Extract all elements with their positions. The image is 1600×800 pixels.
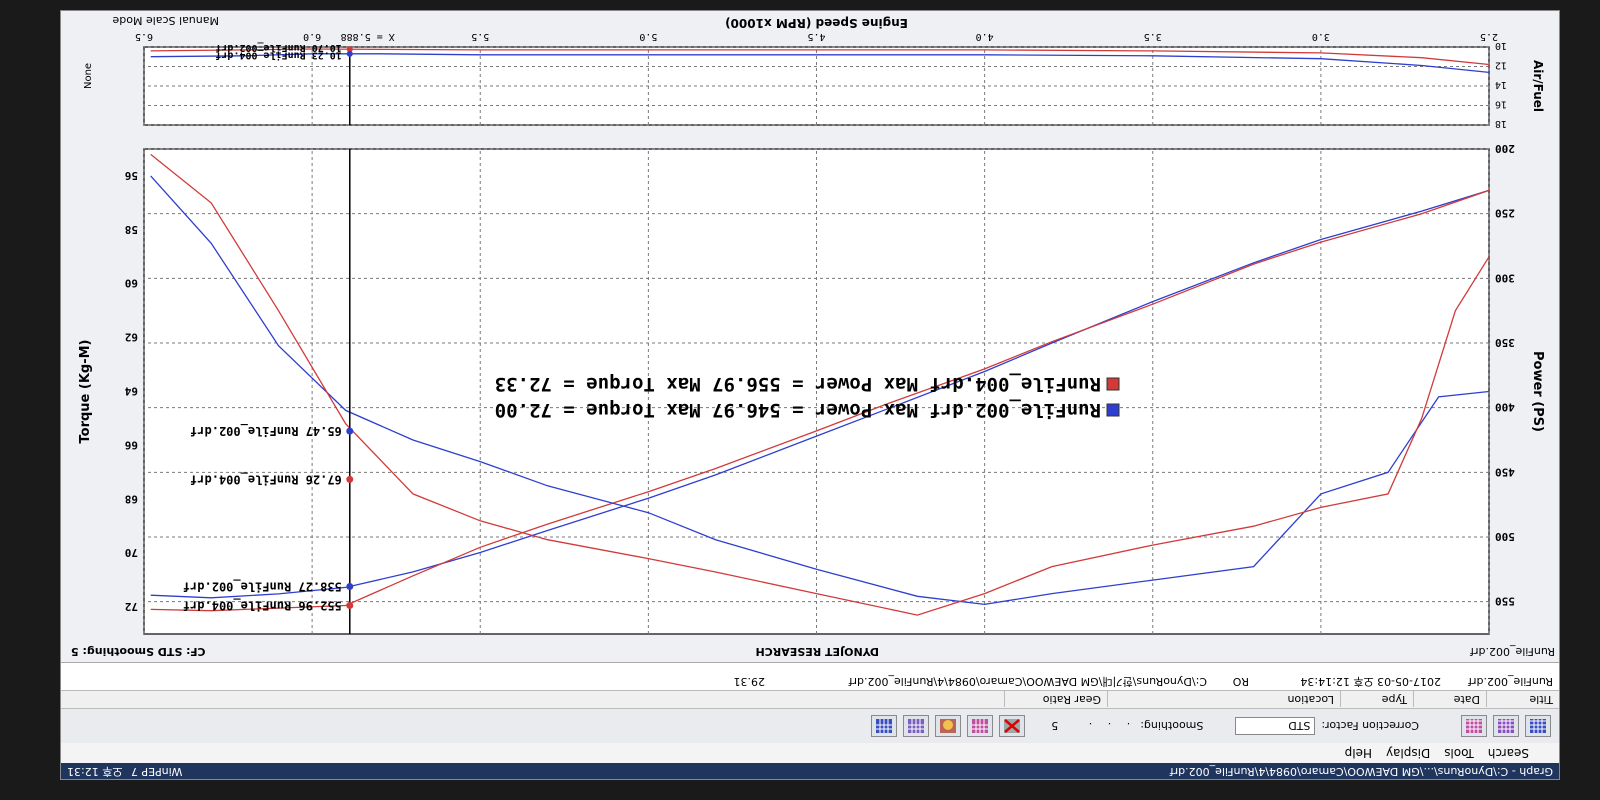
application-window: Graph - C:\DynoRuns\...\GM DAEWOO\Camaro…	[60, 10, 1560, 780]
x-tick-label: 6.5	[135, 31, 153, 42]
torque-tick-label: 72	[125, 600, 138, 613]
torque-tick-label: 64	[124, 385, 138, 398]
manual-scale-mode: Manual Scale Mode	[112, 14, 219, 27]
x-tick-label: 5.0	[639, 31, 657, 42]
power-tick-label: 250	[1495, 207, 1515, 220]
afr-readout-marker	[346, 50, 353, 57]
x-tick-label: 4.0	[976, 31, 994, 42]
torque-tick-label: 66	[124, 438, 138, 451]
x-tick-label: 5.5	[471, 31, 489, 42]
x-tick-label: 4.5	[807, 31, 825, 42]
x-tick-label: 6.0	[303, 31, 321, 42]
power-axis-label: Power (PS)	[1530, 351, 1545, 432]
x-tick-label: 3.0	[1312, 31, 1330, 42]
afr-tick-label: 12	[1495, 60, 1507, 71]
readout-marker	[346, 601, 354, 609]
afr-tick-label: 10	[1495, 40, 1507, 51]
readout-marker	[346, 475, 354, 483]
afr-tick-label: 18	[1495, 118, 1507, 129]
afr-tick-label: 14	[1495, 79, 1507, 90]
torque-tick-label: 56	[124, 169, 138, 182]
readout-label: 552.96 RunFile_004.drf	[183, 597, 342, 612]
readout-label: 65.47 RunFile_002.drf	[190, 423, 342, 438]
power-tick-label: 450	[1495, 465, 1515, 478]
torque-tick-label: 62	[125, 331, 138, 344]
legend-entry: RunFile_004.drf Max Power = 556.97 Max T…	[495, 373, 1101, 395]
cursor-x-readout: X = 5.888	[341, 31, 395, 42]
afr-tick-label: 16	[1495, 99, 1507, 110]
x-tick-label: 3.5	[1144, 31, 1162, 42]
torque-tick-label: 60	[125, 277, 138, 290]
readout-label: 538.27 RunFile_002.drf	[183, 578, 342, 593]
torque-tick-label: 58	[125, 223, 138, 236]
power-tick-label: 350	[1495, 336, 1515, 349]
afr-axis-label: Air/Fuel	[1531, 60, 1545, 112]
power-tick-label: 500	[1495, 530, 1515, 543]
readout-marker	[346, 582, 354, 590]
torque-axis-label: Torque (Kg-M)	[78, 340, 93, 444]
afr-readout-label: 10.70 RunFile_002.drf	[215, 42, 341, 54]
legend-swatch	[1106, 377, 1120, 391]
power-tick-label: 200	[1495, 142, 1515, 155]
legend-entry: RunFile_002.drf Max Power = 546.97 Max T…	[495, 399, 1101, 421]
torque-tick-label: 68	[125, 492, 138, 505]
power-tick-label: 400	[1495, 401, 1515, 414]
power-tick-label: 550	[1495, 595, 1515, 608]
readout-label: 67.26 RunFile_004.drf	[190, 471, 342, 486]
none-label: None	[83, 63, 94, 89]
power-tick-label: 300	[1495, 271, 1515, 284]
x-axis-label: Engine Speed (RPM x1000)	[725, 16, 908, 30]
legend-swatch	[1106, 403, 1120, 417]
rotated-screen: Graph - C:\DynoRuns\...\GM DAEWOO\Camaro…	[0, 0, 1600, 800]
readout-marker	[346, 427, 354, 435]
torque-tick-label: 70	[125, 546, 138, 559]
dyno-chart: 2.53.03.54.04.55.05.56.06.52002503003504…	[78, 14, 1545, 635]
